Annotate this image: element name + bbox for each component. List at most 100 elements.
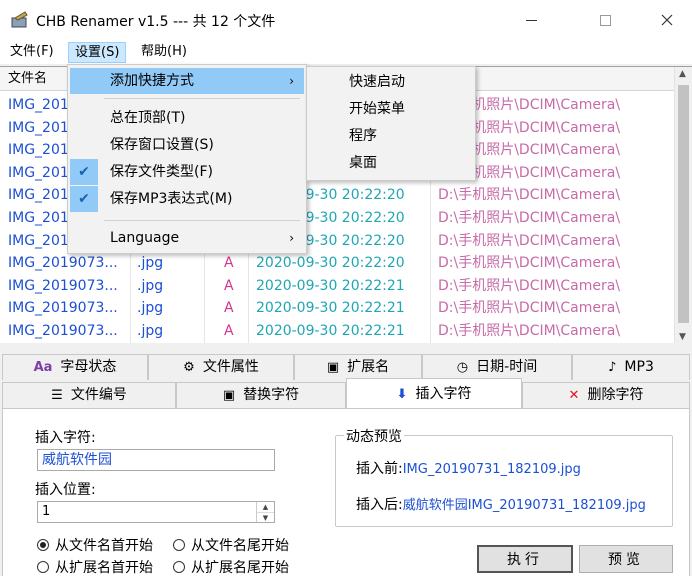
tab-label: 删除字符 (587, 387, 644, 403)
tab-date-time[interactable]: ◷ 日期-时间 (422, 354, 572, 380)
cell-filename: IMG_2019073... (8, 277, 118, 294)
spin-up-icon[interactable]: ▲ (257, 502, 274, 512)
tab-delete-chars[interactable]: ✕ 删除字符 (522, 382, 690, 408)
menu-settings[interactable]: 设置(S) (68, 42, 127, 63)
tab-label: 替换字符 (243, 387, 300, 403)
radio-from-ext-start[interactable]: 从扩展名首开始 (37, 557, 153, 576)
list-numbered-icon: ☰ (51, 388, 63, 403)
radio-label: 从文件名尾开始 (191, 538, 289, 554)
insert-char-input[interactable]: 威航软件园 (37, 449, 275, 471)
tab-mp3[interactable]: ♪ MP3 (572, 354, 690, 380)
gear-icon: ⚙ (183, 360, 195, 375)
submenu-start-menu[interactable]: 开始菜单 (309, 96, 473, 123)
tab-letter-case[interactable]: Aa 字母状态 (2, 354, 148, 380)
maximize-button[interactable] (582, 0, 628, 40)
table-row[interactable]: IMG_2019073... .jpg A 2020-09-30 20:22:21 D:… (0, 320, 674, 343)
submenu-quick-launch[interactable]: 快速启动 (309, 69, 473, 96)
delete-x-icon: ✕ (568, 388, 580, 403)
preview-after-value: 威航软件园IMG_20190731_182109.jpg (402, 498, 646, 513)
preview-group-title: 动态预览 (344, 426, 404, 446)
scroll-up-icon[interactable]: ▲ (679, 69, 686, 79)
tab-label: 字母状态 (60, 359, 117, 375)
menu-file[interactable]: 文件(F) (4, 42, 60, 63)
letter-case-icon: Aa (33, 360, 53, 375)
settings-menu: 添加快捷方式 › 总在顶部(T) 保存窗口设置(S) ✔ 保存文件类型(F) ✔… (67, 64, 307, 254)
minimize-button[interactable] (508, 0, 554, 40)
music-icon: ♪ (608, 360, 617, 375)
menu-bar: 文件(F) 设置(S) 帮助(H) (0, 40, 692, 64)
cell-path: D:\手机照片\DCIM\Camera\ (438, 210, 621, 226)
menu-separator (104, 98, 300, 99)
check-icon: ✔ (70, 186, 98, 212)
cell-filename: IMG_2019073... (8, 300, 118, 317)
menu-item-label: 保存窗口设置(S) (110, 137, 214, 153)
menu-item-save-window[interactable]: 保存窗口设置(S) (70, 132, 304, 158)
submenu-programs[interactable]: 程序 (309, 123, 473, 150)
preview-after: 插入后:威航软件园IMG_20190731_182109.jpg (356, 494, 646, 514)
extension-icon: ▣ (326, 360, 340, 375)
maximize-icon (599, 14, 611, 26)
menu-item-label: 总在顶部(T) (110, 110, 186, 126)
title-bar: CHB Renamer v1.5 --- 共 12 个文件 (0, 0, 692, 40)
insert-chars-panel: 插入字符: 威航软件园 插入位置: 1 ▲ ▼ 从文件名首开始 从文件名尾开始 … (2, 408, 690, 576)
radio-from-ext-end[interactable]: 从扩展名尾开始 (173, 557, 289, 576)
radio-unchecked-icon (173, 539, 185, 551)
table-row[interactable]: IMG_2019073... .jpg A 2020-09-30 20:22:20 D:… (0, 252, 674, 275)
spin-buttons: ▲ ▼ (256, 502, 274, 522)
menu-item-save-mp3-expr[interactable]: ✔ 保存MP3表达式(M) (70, 186, 304, 212)
cell-path: D:\手机照片\DCIM\Camera\ (438, 277, 621, 294)
app-icon (11, 11, 28, 28)
cell-attribute: A (224, 255, 234, 272)
spin-down-icon[interactable]: ▼ (257, 512, 274, 522)
clock-icon: ◷ (456, 360, 469, 375)
scroll-down-icon[interactable]: ▼ (679, 332, 686, 342)
tab-label: 插入字符 (415, 385, 472, 402)
table-row[interactable]: IMG_2019073... .jpg A 2020-09-30 20:22:21 D:… (0, 275, 674, 298)
tab-file-number[interactable]: ☰ 文件编号 (2, 382, 176, 408)
preview-before-value: IMG_20190731_182109.jpg (402, 462, 581, 477)
vertical-scrollbar[interactable]: ▲ ▼ (674, 67, 692, 343)
submenu-desktop[interactable]: 桌面 (309, 150, 473, 177)
menu-item-add-shortcut[interactable]: 添加快捷方式 › (70, 68, 304, 94)
menu-item-label: 添加快捷方式 (110, 73, 194, 89)
tab-label: 日期-时间 (476, 359, 538, 375)
cell-filename: IMG_2019073... (8, 255, 118, 272)
tabs-area: Aa 字母状态 ⚙ 文件属性 ▣ 扩展名 ◷ 日期-时间 ♪ MP3 ☰ 文件编… (0, 344, 692, 576)
tab-file-attributes[interactable]: ⚙ 文件属性 (148, 354, 294, 380)
menu-item-save-file-type[interactable]: ✔ 保存文件类型(F) (70, 159, 304, 185)
tab-replace-chars[interactable]: ▣ 替换字符 (176, 382, 346, 408)
check-icon: ✔ (70, 159, 98, 185)
radio-from-filename-end[interactable]: 从文件名尾开始 (173, 535, 289, 555)
table-row[interactable]: IMG_2019073... .jpg A 2020-09-30 20:22:21 D:… (0, 297, 674, 320)
cell-path: D:\手机照片\DCIM\Camera\ (438, 323, 621, 339)
menu-item-label: 保存文件类型(F) (110, 164, 213, 180)
tab-insert-chars[interactable]: ⬇ 插入字符 (346, 378, 522, 409)
menu-help[interactable]: 帮助(H) (135, 42, 193, 63)
menu-item-label: Language (110, 230, 180, 246)
cell-attribute: A (224, 323, 234, 339)
scroll-thumb[interactable] (678, 85, 689, 323)
radio-checked-icon (37, 539, 49, 551)
tab-label: 文件属性 (202, 359, 259, 375)
tab-label: MP3 (624, 359, 654, 375)
menu-item-language[interactable]: Language › (70, 225, 304, 251)
cell-extension: .jpg (137, 277, 164, 294)
preview-before: 插入前:IMG_20190731_182109.jpg (356, 458, 581, 478)
cell-datetime: 2020-09-30 20:22:21 (256, 300, 405, 317)
tab-extension[interactable]: ▣ 扩展名 (294, 354, 422, 380)
cell-path: D:\手机照片\DCIM\Camera\ (438, 187, 621, 204)
insert-char-label: 插入字符: (35, 430, 96, 446)
insert-position-value: 1 (42, 504, 51, 519)
preview-button[interactable]: 预览 (579, 545, 673, 573)
menu-item-label: 保存MP3表达式(M) (110, 191, 233, 207)
insert-position-stepper[interactable]: 1 ▲ ▼ (37, 501, 275, 523)
close-button[interactable] (644, 0, 690, 40)
cell-path: D:\手机照片\DCIM\Camera\ (438, 232, 621, 249)
menu-item-always-on-top[interactable]: 总在顶部(T) (70, 105, 304, 131)
radio-label: 从扩展名首开始 (55, 560, 153, 576)
insert-position-label: 插入位置: (35, 482, 96, 498)
radio-from-filename-start[interactable]: 从文件名首开始 (37, 535, 153, 555)
radio-label: 从文件名首开始 (55, 538, 153, 554)
execute-button[interactable]: 执行 (477, 545, 573, 573)
menu-separator (104, 220, 300, 221)
